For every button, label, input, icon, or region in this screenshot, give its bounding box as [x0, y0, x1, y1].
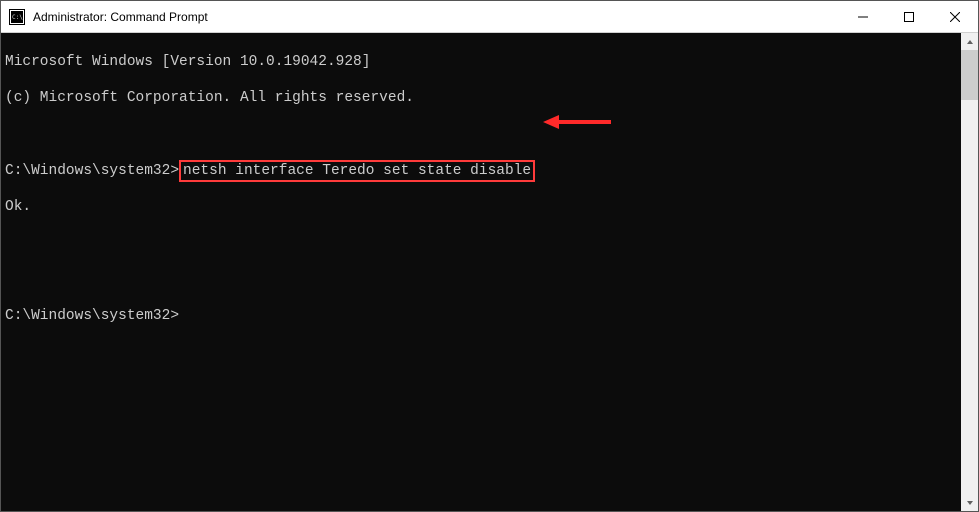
prompt-prefix: C:\Windows\system32> [5, 163, 179, 179]
blank-line-3 [5, 271, 974, 289]
window-title: Administrator: Command Prompt [33, 10, 840, 24]
blank-line-2 [5, 234, 974, 252]
titlebar[interactable]: C:\ Administrator: Command Prompt [1, 1, 978, 33]
window-controls [840, 1, 978, 32]
command-line-1: C:\Windows\system32>netsh interface Tere… [5, 162, 974, 180]
minimize-button[interactable] [840, 1, 886, 32]
cmd-icon: C:\ [9, 9, 25, 25]
command-prompt-window: C:\ Administrator: Command Prompt Micros… [0, 0, 979, 512]
copyright-line: (c) Microsoft Corporation. All rights re… [5, 89, 974, 107]
blank-line [5, 126, 974, 144]
highlighted-command: netsh interface Teredo set state disable [179, 160, 535, 182]
scroll-down-button[interactable] [961, 494, 978, 511]
scroll-up-button[interactable] [961, 33, 978, 50]
version-line: Microsoft Windows [Version 10.0.19042.92… [5, 53, 974, 71]
maximize-button[interactable] [886, 1, 932, 32]
response-line: Ok. [5, 198, 974, 216]
scrollbar-thumb[interactable] [961, 50, 978, 100]
close-button[interactable] [932, 1, 978, 32]
svg-text:C:\: C:\ [12, 14, 23, 21]
terminal-content: Microsoft Windows [Version 10.0.19042.92… [1, 33, 978, 363]
terminal[interactable]: Microsoft Windows [Version 10.0.19042.92… [1, 33, 978, 511]
vertical-scrollbar[interactable] [961, 33, 978, 511]
command-line-2: C:\Windows\system32> [5, 307, 974, 325]
